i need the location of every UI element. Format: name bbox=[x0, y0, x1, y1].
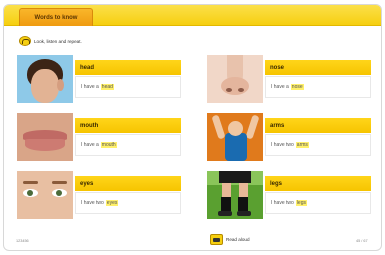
word-label[interactable]: head bbox=[75, 60, 181, 75]
page-frame: Words to know Look, listen and repeat. h… bbox=[3, 4, 382, 251]
mouth-photo bbox=[17, 113, 73, 161]
eyes-photo bbox=[17, 171, 73, 219]
word-card-mouth: mouth I have a mouth bbox=[17, 113, 181, 161]
word-card-nose: nose I have a nose bbox=[207, 55, 371, 103]
word-label[interactable]: eyes bbox=[75, 176, 181, 191]
word-card-arms: arms I have two arms bbox=[207, 113, 371, 161]
arms-photo bbox=[207, 113, 263, 161]
read-aloud-icon bbox=[210, 233, 223, 245]
word-label[interactable]: legs bbox=[265, 176, 371, 191]
instruction-text: Look, listen and repeat. bbox=[34, 38, 82, 44]
example-sentence: I have a mouth bbox=[75, 134, 181, 156]
read-aloud-button[interactable]: Read aloud bbox=[210, 232, 250, 246]
top-bar: Words to know bbox=[4, 5, 381, 26]
sentence-highlight: eyes bbox=[105, 200, 119, 206]
sentence-text: I have a bbox=[81, 142, 99, 148]
word-card-legs: legs I have two legs bbox=[207, 171, 371, 219]
word-label[interactable]: nose bbox=[265, 60, 371, 75]
listen-icon[interactable] bbox=[19, 36, 31, 46]
head-photo bbox=[17, 55, 73, 103]
example-sentence: I have two legs bbox=[265, 192, 371, 214]
sentence-text: I have two bbox=[81, 200, 104, 206]
word-label[interactable]: mouth bbox=[75, 118, 181, 133]
example-sentence: I have two arms bbox=[265, 134, 371, 156]
footer-left: 123456 bbox=[16, 239, 29, 243]
sentence-text: I have a bbox=[81, 84, 99, 90]
read-aloud-label: Read aloud bbox=[226, 236, 250, 242]
page-title-tab[interactable]: Words to know bbox=[19, 8, 93, 26]
sentence-text: I have two bbox=[271, 142, 294, 148]
page-number: 45 / 67 bbox=[356, 239, 368, 243]
word-label[interactable]: arms bbox=[265, 118, 371, 133]
page-title: Words to know bbox=[34, 14, 78, 21]
example-sentence: I have two eyes bbox=[75, 192, 181, 214]
sentence-highlight: arms bbox=[295, 142, 309, 148]
legs-photo bbox=[207, 171, 263, 219]
nose-photo bbox=[207, 55, 263, 103]
example-sentence: I have a head bbox=[75, 76, 181, 98]
sentence-text: I have a bbox=[271, 84, 289, 90]
sentence-highlight: nose bbox=[290, 84, 304, 90]
sentence-highlight: head bbox=[100, 84, 114, 90]
example-sentence: I have a nose bbox=[265, 76, 371, 98]
word-card-eyes: eyes I have two eyes bbox=[17, 171, 181, 219]
sentence-highlight: mouth bbox=[100, 142, 117, 148]
word-card-head: head I have a head bbox=[17, 55, 181, 103]
instruction: Look, listen and repeat. bbox=[19, 35, 82, 47]
sentence-highlight: legs bbox=[295, 200, 307, 206]
sentence-text: I have two bbox=[271, 200, 294, 206]
